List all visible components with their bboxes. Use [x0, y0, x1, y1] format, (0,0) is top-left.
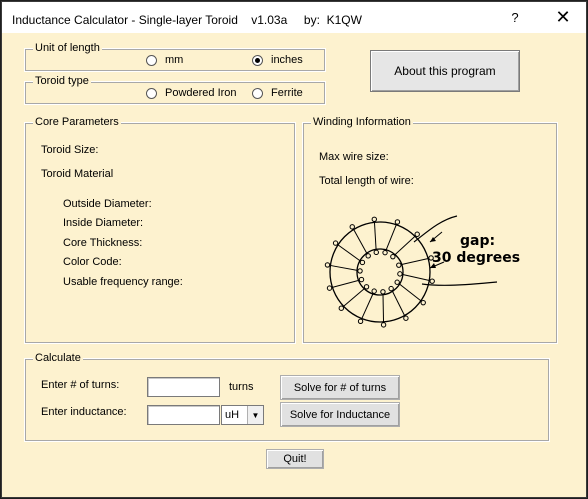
calculate-legend: Calculate — [33, 352, 83, 364]
quit-button[interactable]: Quit! — [266, 449, 324, 469]
winding-outer-dot — [357, 318, 364, 325]
radio-inches-indicator — [252, 54, 263, 66]
winding-outer-dot — [403, 315, 409, 321]
gap-label: gap: — [460, 233, 495, 249]
radio-ferrite-indicator — [252, 87, 263, 99]
winding-inner-dot — [365, 253, 371, 259]
winding-turn — [398, 257, 432, 266]
turns-input[interactable] — [147, 377, 220, 397]
winding-turn — [327, 264, 361, 272]
toroid-material-label: Toroid Material — [41, 168, 114, 180]
total-wire-length-label: Total length of wire: — [319, 175, 414, 187]
winding-outer-dot — [332, 240, 339, 246]
turns-label: Enter # of turns: — [41, 379, 120, 391]
radio-powdered-iron[interactable]: Powdered Iron — [146, 87, 237, 99]
solve-turns-button[interactable]: Solve for # of turns — [280, 375, 400, 400]
winding-turn — [351, 226, 369, 257]
turns-unit-label: turns — [229, 381, 254, 393]
winding-turn — [373, 219, 377, 253]
inductance-input[interactable] — [147, 405, 220, 425]
winding-outer-dot — [326, 285, 333, 291]
winding-outer-dot — [394, 219, 401, 225]
winding-inner-dot — [357, 268, 363, 274]
winding-inner-dot — [396, 262, 402, 268]
radio-mm[interactable]: mm — [146, 54, 183, 66]
frequency-range-label: Usable frequency range: — [63, 276, 183, 288]
winding-inner-dot — [363, 284, 370, 290]
winding-turn — [382, 291, 385, 325]
toroid-diagram: gap: 30 degrees — [324, 215, 520, 328]
core-parameters-group: Core Parameters Toroid Size: Toroid Mate… — [24, 116, 296, 344]
radio-inches-label: inches — [271, 54, 303, 66]
winding-inner-dot — [358, 276, 365, 283]
toroid-size-label: Toroid Size: — [41, 144, 99, 156]
close-icon: ✕ — [555, 7, 571, 27]
help-button[interactable]: ? — [492, 2, 538, 33]
winding-outer-dot — [380, 322, 387, 328]
winding-inner-dot — [388, 285, 394, 292]
winding-outer-dot — [420, 299, 426, 306]
inductance-unit-value: uH — [225, 409, 240, 421]
unit-of-length-group: Unit of length mm inches — [24, 42, 326, 72]
about-button[interactable]: About this program — [370, 50, 520, 92]
winding-inner-dot — [382, 249, 388, 256]
winding-outer-dot — [429, 278, 435, 284]
degrees-label: 30 degrees — [432, 250, 520, 266]
winding-turn — [329, 279, 362, 289]
winding-inner-dot — [397, 271, 403, 277]
winding-inner-dot — [371, 288, 377, 294]
winding-information-legend: Winding Information — [311, 116, 413, 128]
winding-outer-dot — [338, 305, 345, 311]
winding-turn — [396, 281, 424, 304]
radio-ferrite-label: Ferrite — [271, 87, 303, 99]
radio-mm-indicator — [146, 54, 157, 66]
inductance-label: Enter inductance: — [41, 406, 127, 418]
winding-inner-dot — [359, 259, 366, 266]
winding-turn — [384, 221, 398, 253]
winding-outer-dot — [324, 262, 331, 268]
winding-outer-dot — [414, 231, 420, 237]
window-title: Inductance Calculator - Single-layer Tor… — [12, 13, 362, 27]
inside-diameter-label: Inside Diameter: — [63, 217, 144, 229]
toroid-type-group: Toroid type Powdered Iron Ferrite — [24, 75, 326, 105]
winding-inner-dot — [394, 279, 400, 285]
close-button[interactable]: ✕ — [540, 2, 586, 33]
color-code-label: Color Code: — [63, 256, 122, 268]
max-wire-size-label: Max wire size: — [319, 151, 389, 163]
calculate-group: Calculate Enter # of turns: turns Solve … — [24, 352, 550, 442]
radio-inches[interactable]: inches — [252, 54, 303, 66]
winding-inner-dot — [390, 253, 396, 260]
winding-turn — [335, 242, 363, 263]
solve-inductance-button[interactable]: Solve for Inductance — [280, 402, 400, 427]
main-window: Inductance Calculator - Single-layer Tor… — [1, 1, 587, 498]
toroid-type-legend: Toroid type — [33, 75, 91, 87]
winding-turn — [340, 286, 367, 309]
core-parameters-legend: Core Parameters — [33, 116, 121, 128]
winding-turn — [399, 273, 433, 282]
radio-powdered-iron-label: Powdered Iron — [165, 87, 237, 99]
winding-turn — [360, 290, 375, 322]
winding-inner-dot — [380, 289, 386, 295]
outside-diameter-label: Outside Diameter: — [63, 198, 152, 210]
inductance-unit-select[interactable]: uH ▼ — [221, 405, 264, 425]
radio-ferrite[interactable]: Ferrite — [252, 87, 303, 99]
winding-inner-dot — [373, 249, 379, 256]
winding-turn — [390, 288, 407, 319]
winding-information-group: Winding Information Max wire size: Total… — [302, 116, 558, 344]
radio-mm-label: mm — [165, 54, 184, 66]
winding-outer-dot — [371, 216, 377, 223]
chevron-down-icon[interactable]: ▼ — [247, 406, 263, 424]
unit-of-length-legend: Unit of length — [33, 42, 102, 54]
winding-outer-dot — [349, 224, 355, 230]
title-bar: Inductance Calculator - Single-layer Tor… — [2, 2, 586, 33]
core-thickness-label: Core Thickness: — [63, 237, 143, 249]
winding-turn — [392, 233, 418, 258]
radio-powdered-iron-indicator — [146, 87, 157, 99]
